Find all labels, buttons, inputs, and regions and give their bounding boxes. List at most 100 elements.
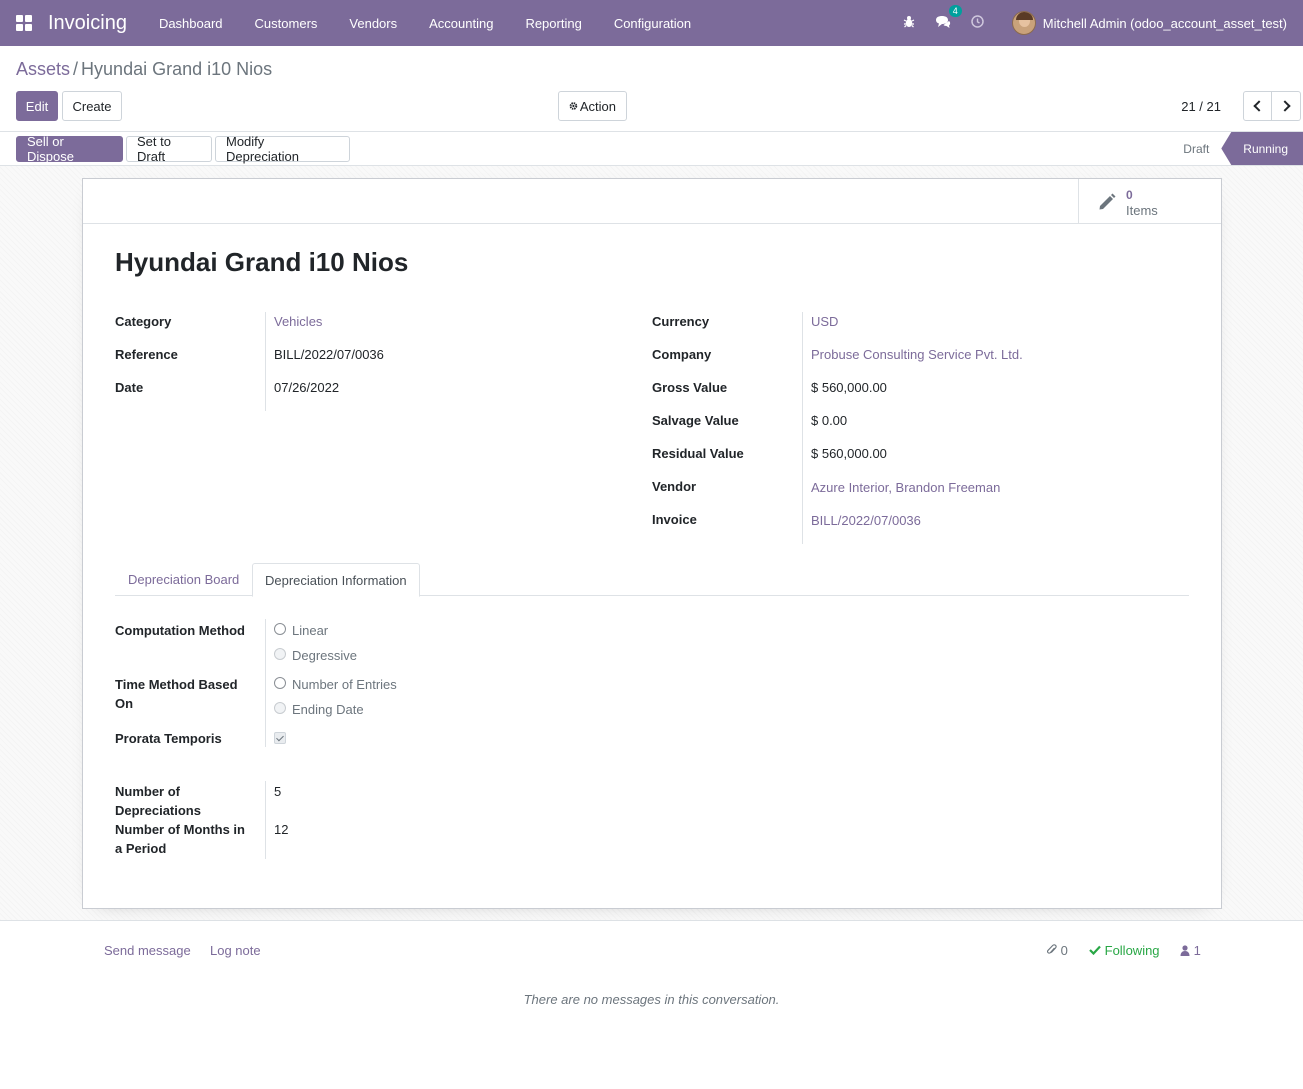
vendor-value[interactable]: Azure Interior, Brandon Freeman: [811, 480, 1000, 495]
radio-ending-date-label: Ending Date: [292, 702, 364, 717]
clock-icon[interactable]: [971, 15, 984, 31]
residual-value-label: Residual Value: [652, 446, 744, 461]
attachments-button[interactable]: 0: [1047, 943, 1068, 958]
gross-value: $ 560,000.00: [811, 380, 887, 395]
date-value: 07/26/2022: [274, 380, 340, 395]
stage-running[interactable]: Running: [1221, 132, 1303, 165]
button-box: 0 Items: [83, 179, 1221, 224]
breadcrumb-current: Hyundai Grand i10 Nios: [81, 59, 273, 79]
time-method-label-line2: On: [115, 696, 134, 711]
months-period-label-line1: Number of Months in: [115, 822, 245, 837]
pencil-icon: [1099, 193, 1116, 210]
num-depreciations-label-line1: Number of: [115, 784, 180, 799]
radio-degressive: Degressive: [274, 648, 357, 668]
items-stat-button[interactable]: 0 Items: [1078, 179, 1221, 223]
menu-reporting[interactable]: Reporting: [509, 16, 597, 31]
breadcrumb-separator: /: [73, 59, 79, 79]
prorata-temporis-checkbox[interactable]: [274, 732, 286, 744]
chevron-left-icon: [1253, 100, 1265, 112]
empty-conversation-text: There are no messages in this conversati…: [523, 992, 780, 1007]
avatar[interactable]: [1011, 11, 1036, 35]
company-label: Company: [652, 347, 712, 362]
apps-menu-icon[interactable]: [16, 15, 32, 31]
items-label: Items: [1126, 203, 1158, 218]
breadcrumb: Assets / Hyundai Grand i10 Nios: [16, 59, 272, 80]
radio-degressive-label: Degressive: [292, 648, 358, 663]
status-stages: Draft Running: [1171, 132, 1303, 165]
paperclip-icon: [1047, 944, 1057, 954]
computation-method-label: Computation Method: [115, 623, 245, 638]
radio-number-of-entries-label: Number of Entries: [292, 677, 397, 692]
prorata-temporis-label: Prorata Temporis: [115, 731, 222, 746]
menu-vendors[interactable]: Vendors: [333, 16, 413, 31]
followers-count: 1: [1193, 943, 1201, 958]
depreciation-info-group: Computation Method Linear Degressive Tim…: [115, 623, 715, 863]
sell-or-dispose-button[interactable]: Sell or Dispose: [16, 134, 123, 164]
followers-button[interactable]: 1: [1180, 943, 1201, 958]
bug-icon[interactable]: [903, 15, 915, 31]
company-value[interactable]: Probuse Consulting Service Pvt. Ltd.: [811, 347, 1023, 362]
check-icon: [1089, 945, 1101, 956]
months-period-value: 12: [274, 822, 289, 837]
radio-circle: [274, 623, 286, 635]
currency-value[interactable]: USD: [811, 314, 838, 329]
control-panel: Assets / Hyundai Grand i10 Nios Edit Creat…: [0, 46, 1303, 132]
create-button[interactable]: Create: [62, 91, 122, 121]
send-message-button[interactable]: Send message: [104, 943, 191, 958]
tab-depreciation-information[interactable]: Depreciation Information: [252, 563, 420, 597]
currency-label: Currency: [652, 314, 710, 329]
pager-next-button[interactable]: [1272, 91, 1301, 121]
radio-linear[interactable]: Linear: [274, 623, 328, 643]
form-sheet: 0 Items Hyundai Grand i10 Nios Category …: [82, 178, 1222, 909]
radio-linear-label: Linear: [292, 623, 329, 638]
modify-depreciation-button[interactable]: Modify Depreciation: [215, 134, 350, 164]
date-label: Date: [115, 380, 144, 395]
action-label: Action: [579, 98, 616, 114]
radio-circle: [274, 648, 286, 660]
items-count: 0: [1126, 188, 1133, 202]
chatter: Send message Log note 0 Following 1 Ther…: [0, 921, 1303, 1089]
log-note-button[interactable]: Log note: [210, 943, 261, 958]
attachments-count: 0: [1060, 943, 1068, 958]
residual-value: $ 560,000.00: [811, 446, 887, 461]
action-button[interactable]: Action: [558, 91, 627, 121]
right-group-divider: [802, 312, 803, 544]
invoice-value[interactable]: BILL/2022/07/0036: [811, 513, 921, 528]
menu-configuration[interactable]: Configuration: [598, 16, 707, 31]
tab-depreciation-board[interactable]: Depreciation Board: [115, 563, 252, 596]
category-value[interactable]: Vehicles: [274, 314, 322, 329]
months-period-label-line2: a Period: [115, 841, 167, 856]
edit-button[interactable]: Edit: [16, 91, 58, 121]
radio-circle: [274, 677, 286, 689]
app-name[interactable]: Invoicing: [48, 12, 127, 35]
time-method-label-line1: Time Method Based: [115, 677, 238, 692]
left-group-divider: [265, 312, 266, 411]
stage-draft[interactable]: Draft: [1171, 132, 1221, 165]
num-depreciations-value: 5: [274, 784, 282, 799]
invoice-label: Invoice: [652, 512, 697, 527]
pager-buttons: [1243, 91, 1301, 121]
user-menu[interactable]: Mitchell Admin (odoo_account_asset_test): [1043, 16, 1287, 31]
set-to-draft-button[interactable]: Set to Draft: [126, 134, 212, 164]
pager-value[interactable]: 21 / 21: [1181, 99, 1221, 114]
breadcrumb-assets[interactable]: Assets: [16, 59, 70, 79]
salvage-value: $ 0.00: [811, 413, 848, 428]
chat-icon[interactable]: 4: [935, 4, 962, 32]
reference-value: BILL/2022/07/0036: [274, 347, 384, 362]
radio-number-of-entries[interactable]: Number of Entries: [274, 677, 397, 697]
salvage-value-label: Salvage Value: [652, 413, 739, 428]
gear-icon: [569, 102, 578, 110]
following-label: Following: [1104, 943, 1160, 958]
menu-customers[interactable]: Customers: [239, 16, 334, 31]
category-label: Category: [115, 314, 172, 329]
menu-dashboard[interactable]: Dashboard: [143, 16, 239, 31]
pager-previous-button[interactable]: [1243, 91, 1272, 121]
following-button[interactable]: Following: [1089, 943, 1160, 958]
chevron-right-icon: [1278, 100, 1291, 112]
user-icon: [1180, 945, 1190, 956]
vendor-label: Vendor: [652, 479, 697, 494]
notebook-tabs: Depreciation Board Depreciation Informat…: [115, 563, 1189, 597]
radio-ending-date: Ending Date: [274, 702, 364, 722]
top-navbar: Invoicing Dashboard Customers Vendors Ac…: [0, 0, 1303, 46]
menu-accounting[interactable]: Accounting: [413, 16, 509, 31]
